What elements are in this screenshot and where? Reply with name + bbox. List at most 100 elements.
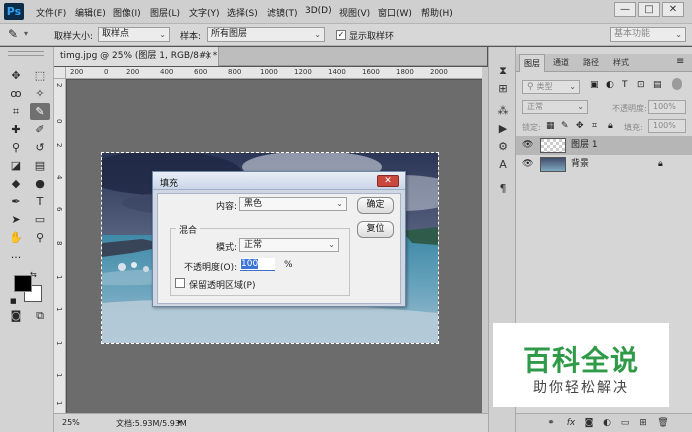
zoom-level[interactable]: 25% (62, 418, 80, 427)
menu-type[interactable]: 文字(Y) (189, 6, 220, 19)
mode-select[interactable]: 正常 ⌄ (239, 238, 339, 252)
eyedropper-tool-icon[interactable]: ✎ (30, 103, 50, 120)
lock-position-icon[interactable]: ✥ (576, 121, 584, 131)
type-tool-icon[interactable]: T (30, 193, 50, 210)
brush-presets-panel-icon[interactable]: ⁂ (495, 103, 511, 119)
ruler-origin[interactable] (54, 67, 66, 79)
gradient-tool-icon[interactable]: ▤ (30, 157, 50, 174)
lock-all-icon[interactable]: 🔒︎ (608, 121, 613, 131)
adjustment-layer-icon[interactable]: ◐ (600, 417, 614, 430)
lock-transparent-icon[interactable]: ▦ (546, 121, 555, 131)
quick-mask-icon[interactable]: ◙ (6, 307, 26, 324)
maximize-button[interactable]: □ (638, 2, 660, 17)
tab-layers[interactable]: 图层 (519, 54, 545, 72)
menu-3d[interactable]: 3D(D) (305, 6, 332, 16)
document-tab[interactable]: timg.jpg @ 25% (图层 1, RGB/8#) * × (54, 47, 219, 66)
delete-layer-icon[interactable]: 🗑︎ (656, 417, 670, 430)
new-layer-icon[interactable]: ⊞ (636, 417, 650, 430)
properties-panel-icon[interactable]: ⊞ (495, 81, 511, 97)
clone-stamp-tool-icon[interactable]: ⚲ (6, 139, 26, 156)
menu-window[interactable]: 窗口(W) (378, 6, 412, 19)
layer-style-icon[interactable]: fx (564, 417, 578, 430)
filter-type-icon[interactable]: T (622, 80, 628, 90)
history-brush-tool-icon[interactable]: ↺ (30, 139, 50, 156)
foreground-color-swatch[interactable] (14, 275, 32, 292)
pen-tool-icon[interactable]: ✒ (6, 193, 26, 210)
document-info[interactable]: 文档:5.93M/5.93M (116, 418, 187, 429)
filter-shape-icon[interactable]: ⊡ (637, 80, 645, 90)
lock-image-icon[interactable]: ✎ (561, 121, 569, 131)
new-group-icon[interactable]: ▭ (618, 417, 632, 430)
layer-filter-select[interactable]: ⚲ 类型 ⌄ (522, 80, 580, 94)
menu-view[interactable]: 视图(V) (339, 6, 370, 19)
sample-size-select[interactable]: 取样点 ⌄ (98, 27, 170, 42)
lasso-tool-icon[interactable]: ꝏ (6, 85, 26, 102)
dialog-titlebar[interactable]: 填充 ✕ (153, 172, 405, 190)
visibility-eye-icon[interactable]: 👁︎ (522, 136, 533, 155)
visibility-eye-icon[interactable]: 👁︎ (522, 155, 533, 174)
panel-menu-icon[interactable]: ≡ (676, 56, 684, 67)
tool-preset-chevron-icon[interactable]: ▾ (24, 29, 28, 38)
eyedropper-tool-icon[interactable]: ✎ (8, 27, 18, 41)
menu-filter[interactable]: 滤镜(T) (267, 6, 298, 19)
reset-button[interactable]: 复位 (357, 221, 394, 238)
close-tab-icon[interactable]: × (204, 47, 212, 66)
content-select[interactable]: 黑色 ⌄ (239, 197, 347, 211)
filter-adjustment-icon[interactable]: ◐ (606, 80, 614, 90)
eraser-tool-icon[interactable]: ◪ (6, 157, 26, 174)
layer-row[interactable]: 👁︎ 图层 1 (516, 136, 692, 155)
tab-channels[interactable]: 通道 (547, 54, 575, 72)
menu-edit[interactable]: 编辑(E) (75, 6, 106, 19)
minimize-button[interactable]: — (614, 2, 636, 17)
blend-mode-select[interactable]: 正常 ⌄ (522, 100, 588, 114)
workspace-select[interactable]: 基本功能 ⌄ (610, 27, 686, 42)
preserve-transparency-checkbox[interactable] (175, 278, 185, 288)
default-colors-icon[interactable]: ■ (10, 297, 17, 305)
adjustments-panel-icon[interactable]: ⚙ (495, 139, 511, 155)
character-panel-icon[interactable]: A (495, 157, 511, 173)
dodge-tool-icon[interactable]: ● (30, 175, 50, 192)
screen-mode-icon[interactable]: ⧉ (30, 307, 50, 324)
edit-toolbar-icon[interactable]: ··· (6, 249, 26, 266)
show-ring-checkbox[interactable]: ✓ (336, 30, 346, 40)
marquee-tool-icon[interactable]: ⬚ (30, 67, 50, 84)
layer-fill-field[interactable]: 100% (648, 119, 686, 133)
add-mask-icon[interactable]: ◙ (582, 417, 596, 430)
ok-button[interactable]: 确定 (357, 197, 394, 214)
sample-select[interactable]: 所有图层 ⌄ (207, 27, 325, 42)
filter-pixel-icon[interactable]: ▣ (590, 80, 599, 90)
lock-artboard-icon[interactable]: ⌗ (592, 121, 597, 131)
menu-help[interactable]: 帮助(H) (421, 6, 453, 19)
path-selection-tool-icon[interactable]: ➤ (6, 211, 26, 228)
link-layers-icon[interactable]: ⚭ (544, 417, 558, 430)
menu-select[interactable]: 选择(S) (227, 6, 258, 19)
paragraph-panel-icon[interactable]: ¶ (495, 181, 511, 197)
menu-image[interactable]: 图像(I) (113, 6, 141, 19)
layer-opacity-field[interactable]: 100% (648, 100, 686, 114)
dialog-close-button[interactable]: ✕ (377, 175, 399, 187)
magic-wand-tool-icon[interactable]: ✧ (30, 85, 50, 102)
close-button[interactable]: ✕ (662, 2, 684, 17)
history-panel-icon[interactable]: ⧗ (495, 63, 511, 79)
tab-styles[interactable]: 样式 (607, 54, 635, 72)
healing-brush-tool-icon[interactable]: ✚ (6, 121, 26, 138)
menu-layer[interactable]: 图层(L) (150, 6, 180, 19)
zoom-tool-icon[interactable]: ⚲ (30, 229, 50, 246)
actions-panel-icon[interactable]: ▶ (495, 121, 511, 137)
layer-row[interactable]: 👁︎ 背景 🔒︎ (516, 155, 692, 174)
crop-tool-icon[interactable]: ⌗ (6, 103, 26, 120)
horizontal-ruler[interactable]: 200 0 200 400 600 800 1000 1200 1400 160… (66, 67, 482, 79)
shape-tool-icon[interactable]: ▭ (30, 211, 50, 228)
hand-tool-icon[interactable]: ✋ (6, 229, 26, 246)
brush-tool-icon[interactable]: ✐ (30, 121, 50, 138)
tab-paths[interactable]: 路径 (577, 54, 605, 72)
opacity-input[interactable]: 100 (240, 258, 275, 271)
status-menu-arrow-icon[interactable]: ▸ (178, 417, 182, 426)
filter-toggle[interactable] (672, 78, 682, 90)
filter-smart-object-icon[interactable]: ▤ (653, 80, 662, 90)
toolbox-grip[interactable] (8, 51, 44, 56)
menu-file[interactable]: 文件(F) (36, 6, 66, 19)
blur-tool-icon[interactable]: ◆ (6, 175, 26, 192)
vertical-ruler[interactable]: 2 0 2 4 6 8 1 1 1 1 1 (54, 79, 66, 413)
move-tool-icon[interactable]: ✥ (6, 67, 26, 84)
